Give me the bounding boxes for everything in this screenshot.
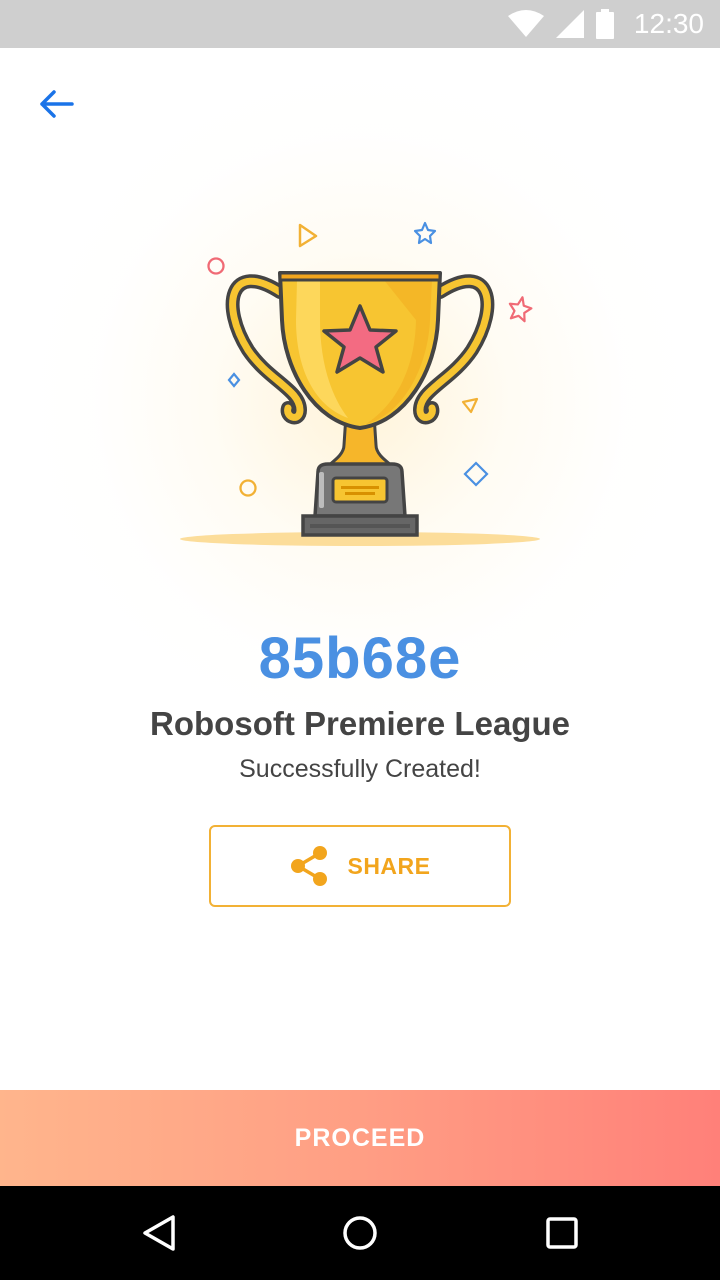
recents-square-icon xyxy=(546,1217,578,1249)
trophy-icon xyxy=(180,221,540,546)
status-bar: 12:30 xyxy=(0,0,720,48)
navigation-bar xyxy=(0,1186,720,1280)
nav-back-button[interactable] xyxy=(134,1208,184,1258)
confetti-triangle-icon xyxy=(461,397,479,414)
signal-icon xyxy=(555,10,584,38)
trophy-illustration xyxy=(170,210,550,560)
battery-icon xyxy=(595,9,614,39)
confetti-circle-icon xyxy=(207,257,225,275)
back-button[interactable] xyxy=(32,80,80,128)
share-icon xyxy=(291,846,328,886)
proceed-button[interactable]: PROCEED xyxy=(0,1090,720,1186)
success-message: Successfully Created! xyxy=(239,755,481,783)
confetti-circle-icon xyxy=(239,479,257,497)
share-button[interactable]: SHARE xyxy=(209,825,511,907)
home-circle-icon xyxy=(343,1216,377,1250)
confetti-diamond-icon xyxy=(463,461,489,487)
back-arrow-icon xyxy=(40,90,74,118)
status-time: 12:30 xyxy=(633,8,704,39)
proceed-label: PROCEED xyxy=(294,1123,426,1152)
confetti-triangle-icon xyxy=(298,223,318,248)
nav-recents-button[interactable] xyxy=(537,1208,587,1258)
league-code: 85b68e xyxy=(258,626,462,691)
league-name: Robosoft Premiere League xyxy=(150,705,570,742)
wifi-icon xyxy=(507,10,544,37)
confetti-star-icon xyxy=(508,296,533,323)
share-label: SHARE xyxy=(347,852,431,879)
back-triangle-icon xyxy=(143,1215,175,1251)
confetti-diamond-icon xyxy=(227,372,241,388)
nav-home-button[interactable] xyxy=(335,1208,385,1258)
confetti-star-icon xyxy=(413,221,437,245)
status-icons: 12:30 xyxy=(507,8,704,40)
